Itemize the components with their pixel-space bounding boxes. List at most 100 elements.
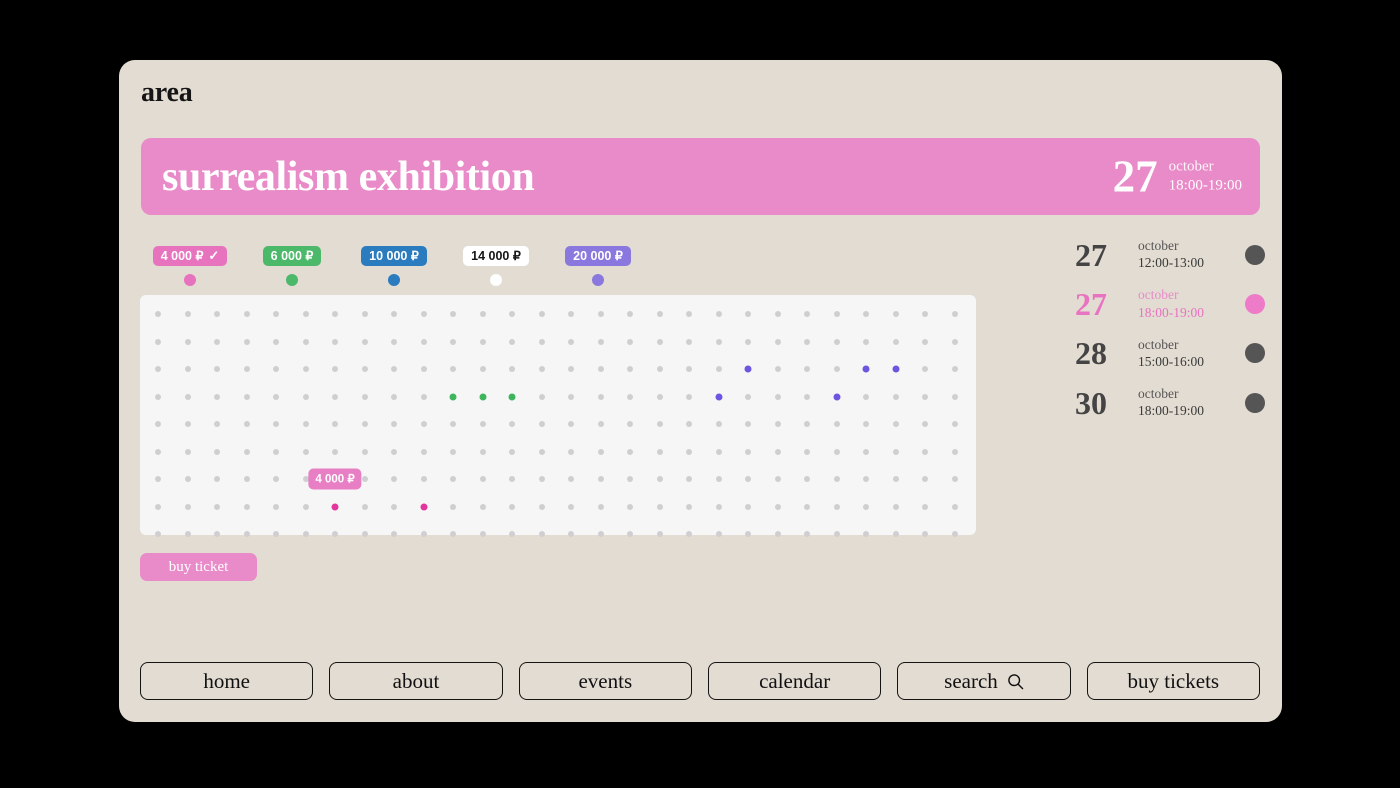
seat-dot[interactable]	[951, 448, 958, 455]
seat-dot[interactable]	[715, 448, 722, 455]
legend-price-chip[interactable]: 4 000 ₽ ✓	[152, 246, 228, 266]
seat-dot[interactable]	[450, 531, 456, 537]
seat-dot[interactable]	[627, 476, 633, 482]
seat-dot[interactable]	[479, 366, 486, 372]
seat-dot[interactable]	[184, 393, 191, 400]
seat-dot[interactable]	[656, 338, 663, 345]
seat-dot[interactable]	[745, 421, 751, 427]
seat-dot[interactable]	[774, 476, 781, 482]
seat-dot[interactable]	[951, 531, 958, 537]
seat-dot[interactable]	[361, 393, 368, 400]
seat-dot[interactable]	[450, 338, 456, 345]
event-list-item[interactable]: 27 october 12:00-13:00	[1075, 238, 1265, 271]
buy-ticket-button[interactable]: buy ticket	[140, 553, 257, 581]
seat-dot[interactable]	[597, 366, 604, 372]
seat-dot[interactable]	[509, 531, 515, 537]
seat-dot[interactable]	[361, 366, 368, 372]
seat-dot[interactable]	[509, 421, 515, 427]
seat-dot[interactable]	[804, 421, 810, 427]
seat-dot[interactable]	[214, 393, 220, 400]
seat-dot[interactable]	[686, 531, 692, 537]
seat-dot[interactable]	[892, 448, 899, 455]
seat-dot[interactable]	[184, 421, 191, 427]
seat-dot[interactable]	[715, 366, 722, 372]
seat-dot[interactable]	[922, 448, 928, 455]
seat-dot[interactable]	[892, 476, 899, 482]
seat-dot[interactable]	[273, 421, 279, 427]
seat-dot[interactable]	[686, 448, 692, 455]
seat-dot[interactable]	[922, 503, 928, 510]
seat-dot[interactable]	[450, 448, 456, 455]
seat-dot[interactable]	[597, 393, 604, 400]
seat-dot[interactable]	[538, 476, 545, 482]
seat-dot[interactable]	[715, 531, 722, 537]
event-list-item[interactable]: 27 october 18:00-19:00	[1075, 287, 1265, 320]
seat-dot[interactable]	[715, 421, 722, 427]
seat-dot[interactable]	[833, 476, 840, 482]
seat-dot-selected[interactable]	[833, 393, 840, 400]
seat-dot[interactable]	[420, 476, 427, 482]
seat-dot[interactable]	[804, 531, 810, 537]
seat-dot[interactable]	[420, 338, 427, 345]
seat-dot[interactable]	[391, 393, 397, 400]
seat-dot[interactable]	[184, 476, 191, 482]
seat-dot[interactable]	[479, 476, 486, 482]
seat-dot[interactable]	[509, 366, 515, 372]
seat-dot[interactable]	[361, 448, 368, 455]
brand-logo[interactable]: area	[141, 77, 193, 109]
seat-dot[interactable]	[420, 531, 427, 537]
seat-dot[interactable]	[420, 448, 427, 455]
seat-dot[interactable]	[568, 338, 574, 345]
seat-dot[interactable]	[863, 393, 869, 400]
seat-dot[interactable]	[627, 421, 633, 427]
seat-dot[interactable]	[804, 366, 810, 372]
seat-dot[interactable]	[833, 338, 840, 345]
seat-dot[interactable]	[214, 476, 220, 482]
seat-dot[interactable]	[951, 476, 958, 482]
seat-dot[interactable]	[243, 311, 250, 317]
seat-dot[interactable]	[656, 393, 663, 400]
seat-dot[interactable]	[184, 366, 191, 372]
seat-dot[interactable]	[391, 476, 397, 482]
seat-dot[interactable]	[656, 448, 663, 455]
seat-dot[interactable]	[273, 476, 279, 482]
seat-dot[interactable]	[686, 421, 692, 427]
seat-dot[interactable]	[568, 476, 574, 482]
seat-dot[interactable]	[538, 531, 545, 537]
seat-dot[interactable]	[627, 338, 633, 345]
seat-dot[interactable]	[597, 476, 604, 482]
seat-dot[interactable]	[656, 503, 663, 510]
seat-dot[interactable]	[804, 311, 810, 317]
seat-dot[interactable]	[243, 366, 250, 372]
event-status-bullet[interactable]	[1245, 244, 1265, 265]
seat-dot[interactable]	[273, 448, 279, 455]
seat-dot[interactable]	[450, 311, 456, 317]
seat-dot[interactable]	[833, 421, 840, 427]
seat-dot[interactable]	[833, 311, 840, 317]
seat-dot[interactable]	[922, 476, 928, 482]
seat-dot[interactable]	[361, 421, 368, 427]
seat-map[interactable]: 4 000 ₽	[140, 295, 976, 537]
seat-dot[interactable]	[951, 503, 958, 510]
seat-dot[interactable]	[538, 366, 545, 372]
seat-dot[interactable]	[243, 531, 250, 537]
seat-dot[interactable]	[656, 421, 663, 427]
seat-dot[interactable]	[863, 503, 869, 510]
seat-dot[interactable]	[479, 531, 486, 537]
seat-dot[interactable]	[833, 366, 840, 372]
seat-dot[interactable]	[804, 338, 810, 345]
nav-button-home[interactable]: home	[140, 662, 314, 700]
seat-dot[interactable]	[155, 366, 161, 372]
seat-dot[interactable]	[745, 448, 751, 455]
seat-dot[interactable]	[332, 366, 338, 372]
seat-dot[interactable]	[391, 421, 397, 427]
seat-dot[interactable]	[568, 531, 574, 537]
seat-dot[interactable]	[627, 366, 633, 372]
seat-dot[interactable]	[863, 476, 869, 482]
seat-dot[interactable]	[273, 311, 279, 317]
seat-dot[interactable]	[833, 531, 840, 537]
seat-dot[interactable]	[745, 311, 751, 317]
seat-dot[interactable]	[863, 448, 869, 455]
seat-dot[interactable]	[214, 448, 220, 455]
seat-dot[interactable]	[774, 366, 781, 372]
